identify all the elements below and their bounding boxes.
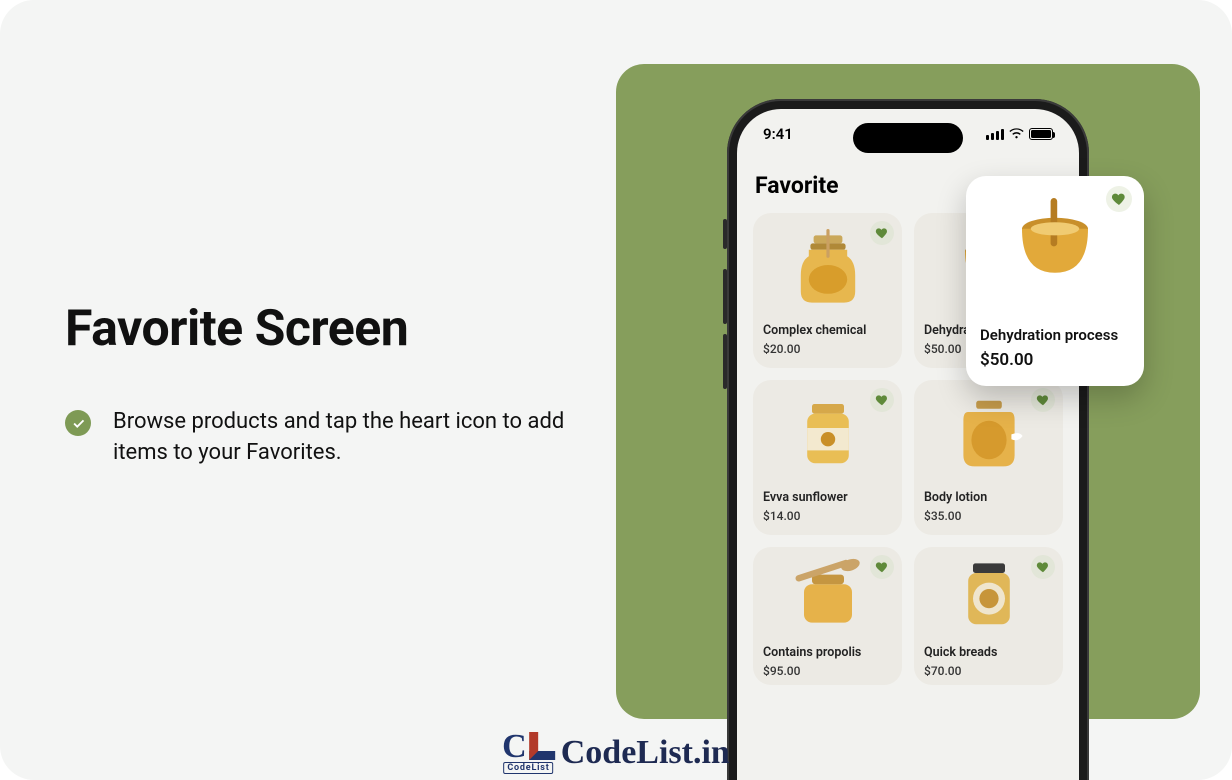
left-copy: Favorite Screen Browse products and tap …: [65, 300, 585, 468]
product-price: $14.00: [763, 509, 892, 523]
battery-icon: [1029, 128, 1053, 140]
feature-bullet: Browse products and tap the heart icon t…: [65, 406, 585, 468]
product-price: $50.00: [980, 350, 1130, 370]
product-name: Evva sunflower: [763, 490, 892, 505]
cellular-icon: [986, 129, 1004, 140]
phone-side-button: [723, 269, 727, 324]
product-card[interactable]: Body lotion $35.00: [914, 380, 1063, 535]
product-name: Contains propolis: [763, 645, 892, 660]
product-card[interactable]: Evva sunflower $14.00: [753, 380, 902, 535]
codelist-logo-icon: C CodeList: [502, 732, 555, 774]
status-bar: 9:41: [737, 109, 1079, 159]
heart-icon[interactable]: [870, 221, 894, 245]
watermark-text: CodeList.in: [561, 734, 730, 772]
heart-icon[interactable]: [1031, 388, 1055, 412]
highlighted-product-card[interactable]: Dehydration process $50.00: [966, 176, 1144, 386]
product-name: Dehydration process: [980, 326, 1130, 344]
wifi-icon: [1009, 125, 1024, 143]
page-title: Favorite Screen: [65, 300, 585, 358]
heart-icon[interactable]: [870, 555, 894, 579]
heart-icon[interactable]: [1106, 186, 1132, 212]
check-icon: [65, 410, 91, 436]
product-price: $95.00: [763, 664, 892, 678]
product-image: [980, 188, 1130, 318]
phone-side-button: [723, 334, 727, 389]
showcase-frame: Favorite Screen Browse products and tap …: [0, 0, 1232, 780]
feature-text: Browse products and tap the heart icon t…: [113, 406, 585, 468]
watermark: C CodeList CodeList.in: [502, 732, 730, 774]
product-name: Body lotion: [924, 490, 1053, 505]
status-icons: [986, 125, 1053, 143]
heart-icon[interactable]: [1031, 555, 1055, 579]
product-price: $70.00: [924, 664, 1053, 678]
product-card[interactable]: Complex chemical $20.00: [753, 213, 902, 368]
phone-side-button: [723, 219, 727, 249]
heart-icon[interactable]: [870, 388, 894, 412]
product-card[interactable]: Contains propolis $95.00: [753, 547, 902, 685]
product-name: Complex chemical: [763, 323, 892, 338]
status-time: 9:41: [763, 125, 793, 143]
product-card[interactable]: Quick breads $70.00: [914, 547, 1063, 685]
product-price: $20.00: [763, 342, 892, 356]
product-name: Quick breads: [924, 645, 1053, 660]
product-price: $35.00: [924, 509, 1053, 523]
device-panel: 9:41 Favorite: [616, 64, 1200, 719]
